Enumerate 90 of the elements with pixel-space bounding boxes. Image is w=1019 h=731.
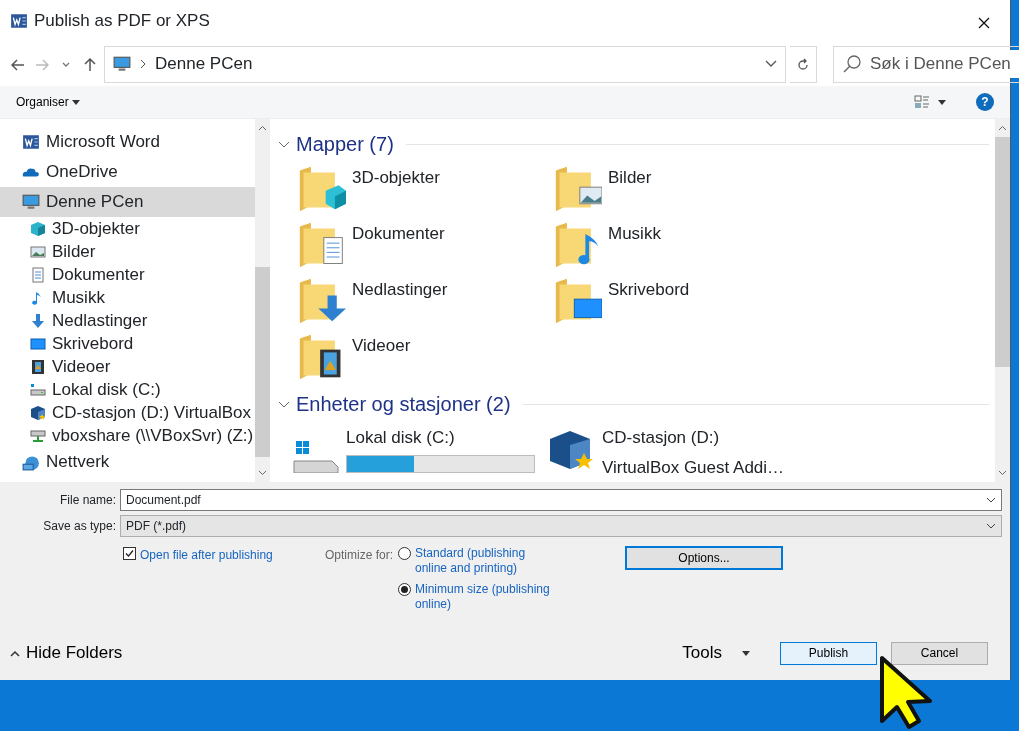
group-header[interactable]: Mapper (7)	[296, 129, 394, 159]
dropdown-icon	[986, 497, 996, 503]
folder-label[interactable]: Bilder	[608, 165, 652, 191]
scroll-up-icon[interactable]	[998, 125, 1007, 131]
box-icon	[30, 404, 46, 421]
folder-label[interactable]: Videoer	[352, 333, 411, 359]
drive-label[interactable]: CD-stasjon (D:)	[602, 425, 785, 451]
folder-label[interactable]: Dokumenter	[352, 221, 445, 247]
search-icon	[842, 54, 862, 74]
file-name-field[interactable]: Document.pdf	[120, 489, 1002, 511]
sidebar-item[interactable]: Bilder	[0, 240, 255, 263]
sidebar-item[interactable]: Dokumenter	[0, 263, 255, 286]
sidebar-item[interactable]: Microsoft Word	[0, 127, 255, 157]
field-label: Save as type:	[42, 518, 116, 535]
options-button[interactable]: Options...	[625, 546, 783, 570]
radio-button[interactable]	[398, 547, 411, 560]
screen-icon	[30, 335, 46, 352]
word-icon	[10, 12, 28, 30]
radio-label[interactable]: Minimum size (publishing online)	[415, 582, 550, 612]
sidebar-item[interactable]: Musikk	[0, 286, 255, 309]
view-icon	[914, 95, 930, 109]
cube-icon	[30, 220, 46, 237]
scroll-down-icon[interactable]	[258, 470, 267, 476]
tools-menu[interactable]: Tools	[676, 639, 756, 667]
chevron-icon	[139, 59, 147, 69]
folder-with-document-icon	[298, 221, 346, 269]
checkbox-label[interactable]: Open file after publishing	[140, 546, 273, 564]
chevron-up-icon	[10, 649, 20, 657]
search-field[interactable]: Søk i Denne PCen	[833, 45, 1019, 83]
document-icon	[30, 266, 46, 283]
folder-with-cube-icon	[298, 165, 346, 213]
caret-icon	[742, 650, 750, 656]
drive-icon	[30, 381, 46, 398]
picture-icon	[30, 243, 46, 260]
group-header[interactable]: Enheter og stasjoner (2)	[296, 389, 511, 419]
folder-label[interactable]: Skrivebord	[608, 277, 690, 303]
address-path: Denne PCen	[155, 53, 254, 76]
refresh-button[interactable]	[790, 45, 817, 83]
radio-button[interactable]	[398, 583, 411, 596]
folder-with-download-arrow-icon	[298, 277, 346, 325]
sidebar-item[interactable]: Videoer	[0, 355, 255, 378]
sidebar-item[interactable]: CD-stasjon (D:) VirtualBox	[0, 401, 255, 424]
sidebar-item[interactable]: OneDrive	[0, 157, 255, 187]
globe-icon	[22, 453, 40, 471]
radio-label[interactable]: Standard (publishing online and printing)	[415, 546, 550, 576]
film-icon	[30, 358, 46, 375]
sidebar-item[interactable]: Nettverk	[0, 447, 255, 477]
drive-label[interactable]: Lokal disk (C:)	[346, 425, 535, 451]
address-field[interactable]: Denne PCen	[104, 45, 786, 83]
dropdown-icon	[765, 60, 777, 68]
field-label: Optimize for:	[325, 547, 394, 564]
sidebar-item[interactable]: 3D-objekter	[0, 217, 255, 240]
scroll-up-icon[interactable]	[258, 125, 267, 131]
organise-menu[interactable]: Organiser	[16, 93, 81, 111]
sidebar-item[interactable]: Denne PCen	[0, 187, 255, 217]
checkbox[interactable]	[123, 547, 136, 560]
caret-icon	[72, 100, 81, 106]
cancel-button[interactable]: Cancel	[891, 641, 988, 665]
download-arrow-icon	[30, 312, 46, 329]
scrollbar[interactable]	[995, 119, 1010, 482]
folder-with-screen-icon	[554, 277, 602, 325]
sidebar-item[interactable]: Nedlastinger	[0, 309, 255, 332]
folder-label[interactable]: Musikk	[608, 221, 661, 247]
monitor-icon	[113, 55, 131, 73]
caret-icon	[938, 99, 946, 105]
sidebar-item[interactable]: vboxshare (\\VBoxSvr) (Z:)	[0, 424, 255, 447]
folder-label[interactable]: Nedlastinger	[352, 277, 448, 303]
publish-button[interactable]: Publish	[780, 641, 877, 665]
back-icon	[11, 57, 25, 72]
field-label: File name:	[58, 492, 116, 509]
help-button[interactable]: ?	[976, 93, 994, 111]
scroll-down-icon[interactable]	[998, 470, 1007, 476]
folder-with-picture-icon	[554, 165, 602, 213]
window-title: Publish as PDF or XPS	[34, 10, 210, 33]
up-icon	[83, 57, 97, 72]
view-options-button[interactable]	[914, 95, 946, 109]
word-icon	[22, 133, 40, 151]
forward-icon	[35, 57, 49, 72]
network-drive-icon	[30, 427, 46, 444]
hide-folders-button[interactable]: Hide Folders	[10, 640, 123, 666]
drive-description: VirtualBox Guest Addi…	[602, 456, 785, 479]
monitor-icon	[22, 193, 40, 211]
scrollbar[interactable]	[255, 119, 270, 482]
folder-label[interactable]: 3D-objekter	[352, 165, 440, 191]
file-type-dropdown[interactable]: PDF (*.pdf)	[120, 515, 1002, 537]
dropdown-icon	[986, 523, 996, 529]
close-icon	[978, 16, 990, 29]
refresh-icon	[796, 57, 810, 72]
sidebar-item[interactable]: Lokal disk (C:)	[0, 378, 255, 401]
sidebar-item[interactable]: Skrivebord	[0, 332, 255, 355]
